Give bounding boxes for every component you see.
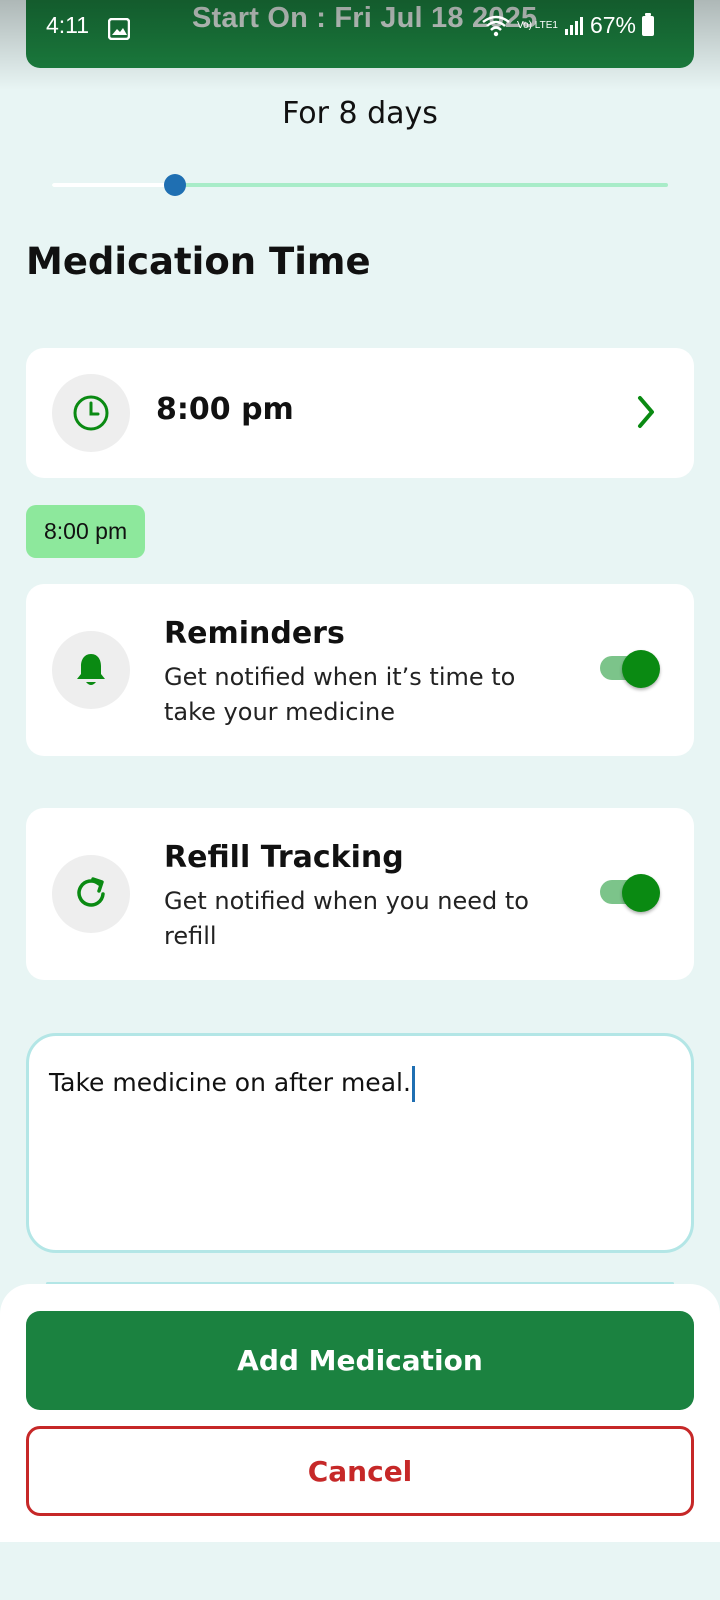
time-chip[interactable]: 8:00 pm [26, 505, 146, 558]
cancel-button[interactable]: Cancel [26, 1426, 694, 1516]
signal-icon [564, 16, 583, 35]
notes-text: Take medicine on after meal. [49, 1068, 411, 1097]
notes-textarea[interactable]: Take medicine on after meal. [26, 1033, 694, 1253]
refresh-icon [77, 877, 105, 907]
battery-percent: 67% [589, 12, 636, 38]
bell-icon-circle [52, 631, 130, 709]
duration-slider[interactable] [52, 172, 668, 198]
network-label: Vo) LTE1 [517, 19, 558, 31]
status-time: 4:11 [46, 12, 90, 38]
duration-label: For 8 days [282, 96, 438, 131]
slider-thumb[interactable] [164, 174, 187, 196]
section-title: Medication Time [26, 240, 371, 283]
chevron-right-icon[interactable] [634, 394, 658, 430]
clock-icon [73, 395, 109, 431]
refill-title: Refill Tracking [164, 840, 404, 875]
slider-fill [52, 183, 176, 187]
bell-icon [77, 654, 105, 685]
refresh-icon-circle [52, 855, 130, 933]
add-medication-button[interactable]: Add Medication [26, 1311, 694, 1410]
refill-tracking-card: Refill Tracking Get notified when you ne… [26, 808, 694, 980]
reminders-card: Reminders Get notified when it’s time to… [26, 584, 694, 756]
text-cursor [411, 1066, 415, 1102]
battery-icon [642, 12, 654, 36]
reminders-title: Reminders [164, 616, 345, 651]
medication-time-card[interactable]: 8:00 pm [26, 348, 694, 478]
wifi-icon [482, 15, 510, 36]
reminders-description: Get notified when it’s time to take your… [164, 663, 516, 726]
medication-time-value: 8:00 pm [156, 392, 294, 427]
reminders-toggle[interactable] [600, 648, 660, 688]
status-icons: Vo) LTE1 67% [481, 12, 654, 39]
gallery-notification-icon [108, 18, 130, 40]
toggle-thumb [622, 874, 660, 912]
refill-toggle[interactable] [600, 872, 660, 912]
clock-icon-circle [52, 374, 130, 452]
refill-description: Get notified when you need to refill [164, 887, 529, 950]
toggle-thumb [622, 650, 660, 688]
